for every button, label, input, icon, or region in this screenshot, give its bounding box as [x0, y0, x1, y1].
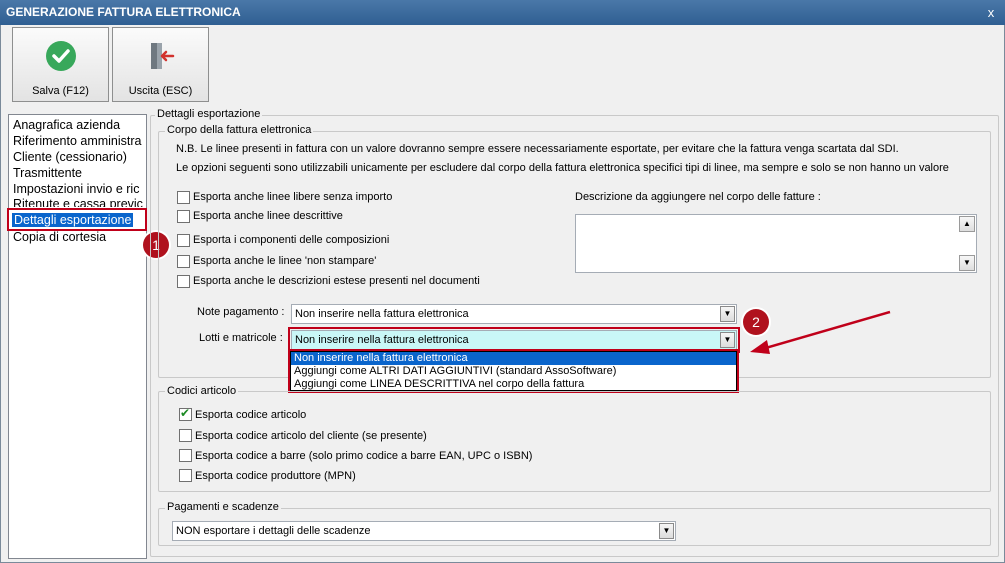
- checkbox-codice-cliente-label: Esporta codice articolo del cliente (se …: [195, 430, 427, 442]
- codici-group-title: Codici articolo: [165, 385, 239, 397]
- checkbox-descrizioni-estese[interactable]: [177, 275, 190, 288]
- check-icon: [46, 41, 76, 71]
- checkbox-linee-libere[interactable]: [177, 191, 190, 204]
- corpo-note-1: N.B. Le linee presenti in fattura con un…: [176, 143, 899, 155]
- close-icon[interactable]: x: [982, 4, 1000, 21]
- checkbox-descrizioni-estese-label: Esporta anche le descrizioni estese pres…: [193, 275, 480, 287]
- descrizione-label: Descrizione da aggiungere nel corpo dell…: [575, 191, 821, 203]
- scroll-down-icon[interactable]: ▼: [959, 255, 975, 271]
- chevron-down-icon[interactable]: ▼: [720, 306, 735, 322]
- checkbox-non-stampare-label: Esporta anche le linee 'non stampare': [193, 255, 377, 267]
- scroll-up-icon[interactable]: ▲: [959, 216, 975, 232]
- nav-item-anagrafica[interactable]: Anagrafica azienda: [13, 118, 120, 132]
- nav-item-ritenute[interactable]: Ritenute e cassa previc: [13, 197, 143, 207]
- note-pagamento-select[interactable]: Non inserire nella fattura elettronica ▼: [291, 304, 737, 324]
- save-button-label: Salva (F12): [32, 85, 89, 97]
- checkbox-codice-articolo[interactable]: [179, 406, 192, 421]
- checkbox-codice-produttore-label: Esporta codice produttore (MPN): [195, 470, 356, 482]
- checkbox-non-stampare[interactable]: [177, 255, 190, 268]
- chevron-down-icon[interactable]: ▼: [659, 523, 674, 539]
- window-title: GENERAZIONE FATTURA ELETTRONICA: [0, 0, 1005, 25]
- checkbox-codice-barre[interactable]: [179, 449, 192, 462]
- exit-button-label: Uscita (ESC): [128, 85, 193, 97]
- corpo-note-2: Le opzioni seguenti sono utilizzabili un…: [176, 162, 949, 174]
- checkbox-linee-libere-label: Esporta anche linee libere senza importo: [193, 191, 393, 203]
- annotation-arrow-icon: [750, 310, 891, 354]
- descrizione-textarea[interactable]: ▲ ▼: [575, 214, 977, 273]
- nav-item-copia-cortesia[interactable]: Copia di cortesia: [13, 230, 106, 244]
- exit-door-icon: [151, 43, 175, 69]
- lotti-label: Lotti e matricole :: [199, 332, 283, 344]
- checkbox-codice-barre-label: Esporta codice a barre (solo primo codic…: [195, 450, 533, 462]
- pagamenti-group-title: Pagamenti e scadenze: [165, 501, 281, 513]
- annotation-highlight-nav: [7, 208, 147, 231]
- section-list: Anagrafica azienda Riferimento amministr…: [8, 114, 147, 559]
- note-pagamento-value: Non inserire nella fattura elettronica: [295, 308, 469, 320]
- nav-item-trasmittente[interactable]: Trasmittente: [13, 166, 82, 180]
- checkbox-componenti-label: Esporta i componenti delle composizioni: [193, 234, 390, 246]
- pagamenti-value: NON esportare i dettagli delle scadenze: [176, 525, 371, 537]
- exit-button[interactable]: Uscita (ESC): [112, 27, 209, 102]
- nav-item-cliente[interactable]: Cliente (cessionario): [13, 150, 127, 164]
- checkbox-componenti[interactable]: [177, 234, 190, 247]
- checkbox-codice-articolo-label: Esporta codice articolo: [195, 409, 307, 421]
- corpo-group-title: Corpo della fattura elettronica: [165, 124, 314, 136]
- section-title: Dettagli esportazione: [155, 108, 263, 120]
- nav-item-impostazioni[interactable]: Impostazioni invio e ric: [13, 182, 139, 196]
- note-pagamento-label: Note pagamento :: [197, 306, 285, 318]
- checkbox-codice-produttore[interactable]: [179, 469, 192, 482]
- checkbox-codice-cliente[interactable]: [179, 429, 192, 442]
- annotation-highlight-dropdown: [288, 349, 739, 393]
- pagamenti-select[interactable]: NON esportare i dettagli delle scadenze …: [172, 521, 676, 541]
- checkbox-linee-descrittive[interactable]: [177, 210, 190, 223]
- nav-item-riferimento[interactable]: Riferimento amministra: [13, 134, 142, 148]
- save-button[interactable]: Salva (F12): [12, 27, 109, 102]
- checkbox-linee-descrittive-label: Esporta anche linee descrittive: [193, 210, 343, 222]
